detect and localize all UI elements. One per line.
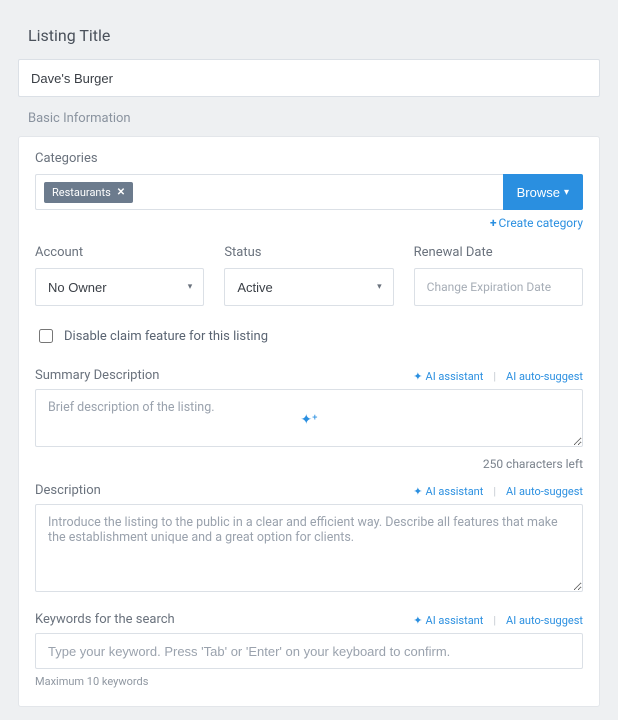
- disable-claim-label: Disable claim feature for this listing: [64, 329, 268, 344]
- description-ai-links: ✦AI assistant | AI auto-suggest: [413, 485, 583, 498]
- basic-info-heading: Basic Information: [28, 111, 590, 126]
- categories-box[interactable]: Restaurants ✕: [35, 174, 503, 210]
- create-category-link[interactable]: +Create category: [490, 216, 583, 230]
- sparkle-icon: ✦: [413, 614, 422, 627]
- ai-auto-suggest-link[interactable]: AI auto-suggest: [506, 614, 583, 627]
- categories-label: Categories: [35, 151, 583, 166]
- disable-claim-row: Disable claim feature for this listing: [35, 326, 583, 346]
- sparkle-icon: ✦: [413, 485, 422, 498]
- remove-tag-icon[interactable]: ✕: [117, 187, 125, 198]
- browse-button-label: Browse: [517, 185, 560, 200]
- description-label: Description: [35, 483, 101, 498]
- category-tag-label: Restaurants: [52, 186, 111, 199]
- ai-auto-suggest-link[interactable]: AI auto-suggest: [506, 485, 583, 498]
- ai-assistant-link[interactable]: ✦AI assistant: [413, 370, 483, 383]
- keywords-block: Keywords for the search ✦AI assistant | …: [35, 612, 583, 688]
- account-select[interactable]: [35, 268, 204, 306]
- ai-auto-suggest-link[interactable]: AI auto-suggest: [506, 370, 583, 383]
- keywords-label: Keywords for the search: [35, 612, 175, 627]
- listing-title-section: Listing Title: [18, 26, 600, 97]
- status-field: Status ▾: [224, 245, 393, 306]
- separator: |: [493, 614, 496, 627]
- summary-block: Summary Description ✦AI assistant | AI a…: [35, 368, 583, 471]
- ai-assistant-link[interactable]: ✦AI assistant: [413, 485, 483, 498]
- basic-info-panel: Categories Restaurants ✕ Browse ▾ +Creat…: [18, 136, 600, 707]
- plus-icon: +: [490, 216, 497, 230]
- chevron-down-icon: ▾: [564, 187, 569, 198]
- summary-textarea[interactable]: [35, 389, 583, 447]
- listing-title-input[interactable]: [18, 59, 600, 97]
- renewal-field: Renewal Date Change Expiration Date: [414, 245, 583, 306]
- sparkle-icon: ✦: [413, 370, 422, 383]
- account-field: Account ▾: [35, 245, 204, 306]
- ai-assistant-link[interactable]: ✦AI assistant: [413, 614, 483, 627]
- browse-button[interactable]: Browse ▾: [503, 174, 583, 210]
- renewal-label: Renewal Date: [414, 245, 583, 260]
- separator: |: [493, 485, 496, 498]
- summary-ai-links: ✦AI assistant | AI auto-suggest: [413, 370, 583, 383]
- disable-claim-checkbox[interactable]: [39, 329, 53, 343]
- separator: |: [493, 370, 496, 383]
- summary-label: Summary Description: [35, 368, 159, 383]
- status-select[interactable]: [224, 268, 393, 306]
- description-block: Description ✦AI assistant | AI auto-sugg…: [35, 483, 583, 596]
- summary-char-counter: 250 characters left: [35, 457, 583, 471]
- categories-field: Categories Restaurants ✕ Browse ▾ +Creat…: [35, 151, 583, 231]
- keywords-ai-links: ✦AI assistant | AI auto-suggest: [413, 614, 583, 627]
- keywords-input[interactable]: [35, 633, 583, 669]
- account-label: Account: [35, 245, 204, 260]
- renewal-date-input[interactable]: Change Expiration Date: [414, 268, 583, 306]
- category-tag: Restaurants ✕: [44, 182, 133, 203]
- listing-title-label: Listing Title: [28, 26, 590, 45]
- renewal-placeholder: Change Expiration Date: [427, 280, 551, 294]
- status-label: Status: [224, 245, 393, 260]
- description-textarea[interactable]: [35, 504, 583, 592]
- keywords-hint: Maximum 10 keywords: [35, 675, 583, 688]
